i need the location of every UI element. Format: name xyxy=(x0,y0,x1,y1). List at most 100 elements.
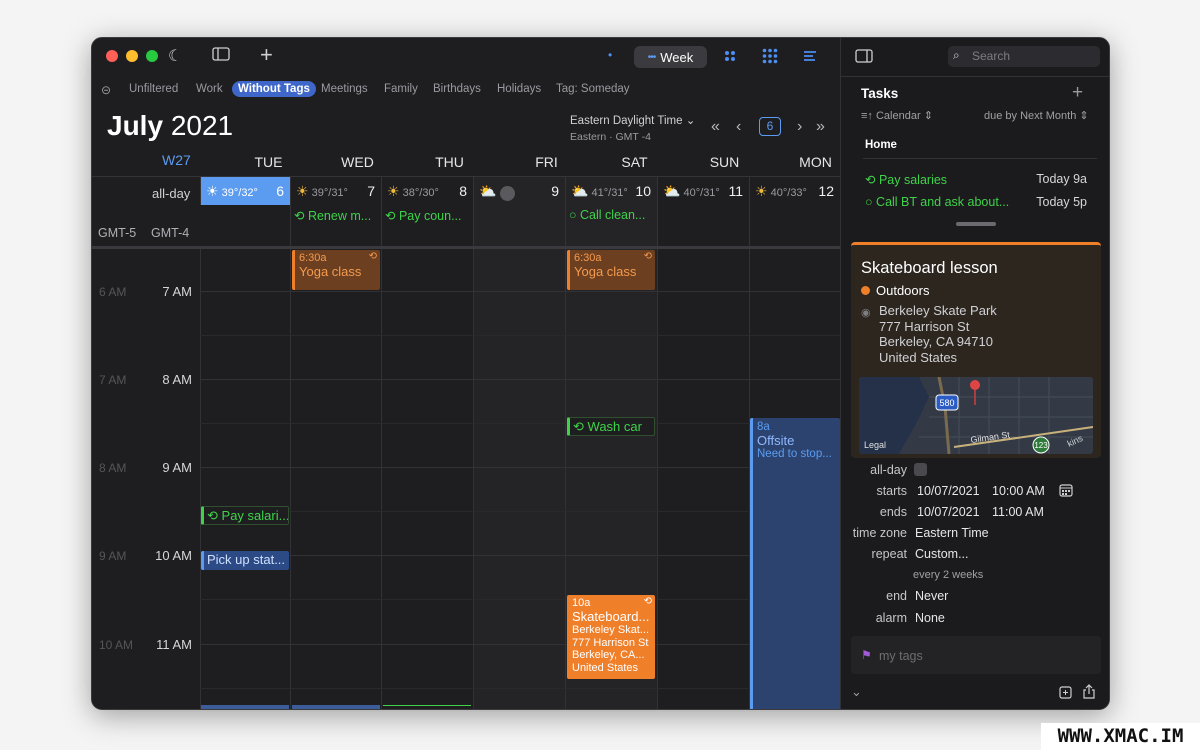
starts-date-field[interactable]: 10/07/2021 xyxy=(917,484,980,498)
end-field[interactable]: Never xyxy=(915,589,948,603)
tasks-calendar-selector[interactable]: ≡↑ Calendar ⇕ xyxy=(861,109,933,122)
allday-task[interactable]: ⟲ Renew m... xyxy=(294,208,371,223)
timezone-selector[interactable]: Eastern Daylight Time ⌄ Eastern · GMT -4 xyxy=(570,113,695,143)
tasks-sort-selector[interactable]: due by Next Month ⇕ xyxy=(984,109,1089,122)
task-circle-icon[interactable]: ○ xyxy=(865,195,873,209)
allday-field-label: all-day xyxy=(870,463,907,477)
task-wash-car[interactable]: ⟲ Wash car xyxy=(567,417,655,436)
zoom-window-button[interactable] xyxy=(146,50,158,62)
event-skateboard-lesson[interactable]: 10a Skateboard... Berkeley Skat... 777 H… xyxy=(567,595,655,679)
app-window: ☾ + • ••• Week ⊝ Unfiltered Work Without… xyxy=(91,37,1110,710)
filter-tag-someday[interactable]: Tag: Someday xyxy=(556,83,630,95)
ends-date-field[interactable]: 10/07/2021 xyxy=(917,505,980,519)
sidebar-toggle-icon[interactable] xyxy=(212,47,230,65)
next-week-icon[interactable]: › xyxy=(797,118,802,136)
filter-unfiltered[interactable]: Unfiltered xyxy=(129,83,178,95)
task-stub[interactable] xyxy=(383,705,471,709)
day-header-sat[interactable]: SAT xyxy=(589,154,680,170)
share-icon[interactable] xyxy=(1083,684,1095,704)
minimize-window-button[interactable] xyxy=(126,50,138,62)
tags-field[interactable]: ⚑ my tags xyxy=(851,636,1101,674)
filter-birthdays[interactable]: Birthdays xyxy=(433,83,481,95)
allday-cell-fri[interactable]: ⛅ 9 xyxy=(473,177,565,249)
event-offsite[interactable]: 8a Offsite Need to stop... xyxy=(750,418,840,709)
half-hour-line xyxy=(200,335,840,336)
filter-holidays[interactable]: Holidays xyxy=(497,83,541,95)
allday-label: all-day xyxy=(152,186,191,201)
allday-cell-wed[interactable]: ☀ 39°/31° 7 ⟲ Renew m... xyxy=(290,177,381,249)
allday-cell-mon[interactable]: ☀ 40°/33° 12 xyxy=(749,177,840,249)
hour-line xyxy=(200,555,840,556)
timezone-field[interactable]: Eastern Time xyxy=(915,526,989,540)
allday-cell-sat[interactable]: ⛅ 41°/31° 10 ○ Call clean... xyxy=(565,177,657,249)
week-view-button[interactable]: ••• Week xyxy=(634,46,707,68)
day-header-wed[interactable]: WED xyxy=(312,154,403,170)
day-number-tue: 6 xyxy=(276,183,284,199)
day-view-icon[interactable]: • xyxy=(608,48,612,62)
next-month-icon[interactable]: » xyxy=(816,118,825,136)
event-title: Yoga class xyxy=(574,264,637,279)
day-number-sat: 10 xyxy=(635,183,651,199)
allday-task[interactable]: ○ Call clean... xyxy=(569,208,645,222)
event-yoga-sat[interactable]: 6:30a Yoga class ⟲ xyxy=(567,250,655,290)
year-view-icon[interactable] xyxy=(762,48,778,69)
event-calendar[interactable]: Outdoors xyxy=(861,283,929,298)
event-address[interactable]: Berkeley Skate Park 777 Harrison St Berk… xyxy=(879,303,997,365)
dark-mode-icon[interactable]: ☾ xyxy=(168,49,182,65)
time-grid[interactable]: 7 AM 8 AM 9 AM 10 AM 11 AM 6 AM 7 AM 8 A… xyxy=(92,249,840,709)
column-divider xyxy=(657,249,658,709)
add-event-icon[interactable]: + xyxy=(260,44,273,66)
event-stub[interactable] xyxy=(201,705,289,709)
tags-placeholder: my tags xyxy=(879,649,923,663)
inspector-toggle-icon[interactable] xyxy=(855,49,873,68)
allday-cell-sun[interactable]: ⛅ 40°/31° 11 xyxy=(657,177,749,249)
allday-cell-thu[interactable]: ☀ 38°/30° 8 ⟲ Pay coun... xyxy=(381,177,473,249)
month-view-icon[interactable] xyxy=(724,49,736,67)
hour-label: 11 AM xyxy=(156,637,192,652)
previous-month-icon[interactable]: « xyxy=(711,118,720,136)
sun-icon: ☀ xyxy=(296,183,309,199)
half-hour-line xyxy=(200,423,840,424)
previous-week-icon[interactable]: ‹ xyxy=(736,118,741,136)
weather-tue: ☀ 39°/32° xyxy=(206,183,258,199)
alarm-field[interactable]: None xyxy=(915,611,945,625)
filter-meetings[interactable]: Meetings xyxy=(321,83,368,95)
today-button[interactable]: 6 xyxy=(759,117,781,136)
resize-handle[interactable] xyxy=(956,222,996,226)
column-divider xyxy=(381,249,382,709)
day-header-tue[interactable]: TUE xyxy=(223,154,314,170)
event-stub[interactable] xyxy=(292,705,380,709)
filter-menu-icon[interactable]: ⊝ xyxy=(101,83,111,97)
filter-family[interactable]: Family xyxy=(384,83,418,95)
task-due: Today 5p xyxy=(1036,195,1087,209)
allday-task[interactable]: ⟲ Pay coun... xyxy=(385,208,462,223)
add-task-icon[interactable]: + xyxy=(1072,82,1083,104)
day-header-fri[interactable]: FRI xyxy=(501,154,592,170)
hour-label: 9 AM xyxy=(162,460,192,475)
starts-time-field[interactable]: 10:00 AM xyxy=(992,484,1045,498)
alt-hour-label: 6 AM xyxy=(99,285,127,299)
search-input[interactable]: Search xyxy=(948,46,1100,67)
filter-without-tags[interactable]: Without Tags xyxy=(232,81,316,97)
event-detail-title[interactable]: Skateboard lesson xyxy=(861,259,998,278)
day-header-thu[interactable]: THU xyxy=(404,154,495,170)
task-pay-salaries[interactable]: ⟲ Pay salari... xyxy=(201,506,289,525)
repeat-field[interactable]: Custom... xyxy=(915,547,969,561)
collapse-chevron-icon[interactable]: ⌄ xyxy=(851,684,862,700)
location-map[interactable]: 580 Gilman St 123 kins Legal xyxy=(859,377,1093,454)
new-window-icon[interactable] xyxy=(1059,686,1072,704)
event-yoga-wed[interactable]: 6:30a Yoga class ⟲ xyxy=(292,250,380,290)
filter-bar: ⊝ Unfiltered Work Without Tags Meetings … xyxy=(92,80,840,100)
repeat-label: repeat xyxy=(871,547,907,561)
partly-cloudy-icon: ⛅ xyxy=(479,183,497,199)
list-view-icon[interactable] xyxy=(803,49,817,67)
event-pick-up[interactable]: Pick up stat... xyxy=(201,551,289,570)
day-header-sun[interactable]: SUN xyxy=(679,154,770,170)
ends-time-field[interactable]: 11:00 AM xyxy=(992,505,1044,519)
filter-work[interactable]: Work xyxy=(196,83,223,95)
allday-cell-tue[interactable]: ☀ 39°/32° 6 xyxy=(200,177,290,205)
allday-checkbox[interactable] xyxy=(914,463,927,476)
close-window-button[interactable] xyxy=(106,50,118,62)
calendar-picker-icon[interactable] xyxy=(1059,483,1073,502)
event-notes: Need to stop... xyxy=(757,448,832,460)
